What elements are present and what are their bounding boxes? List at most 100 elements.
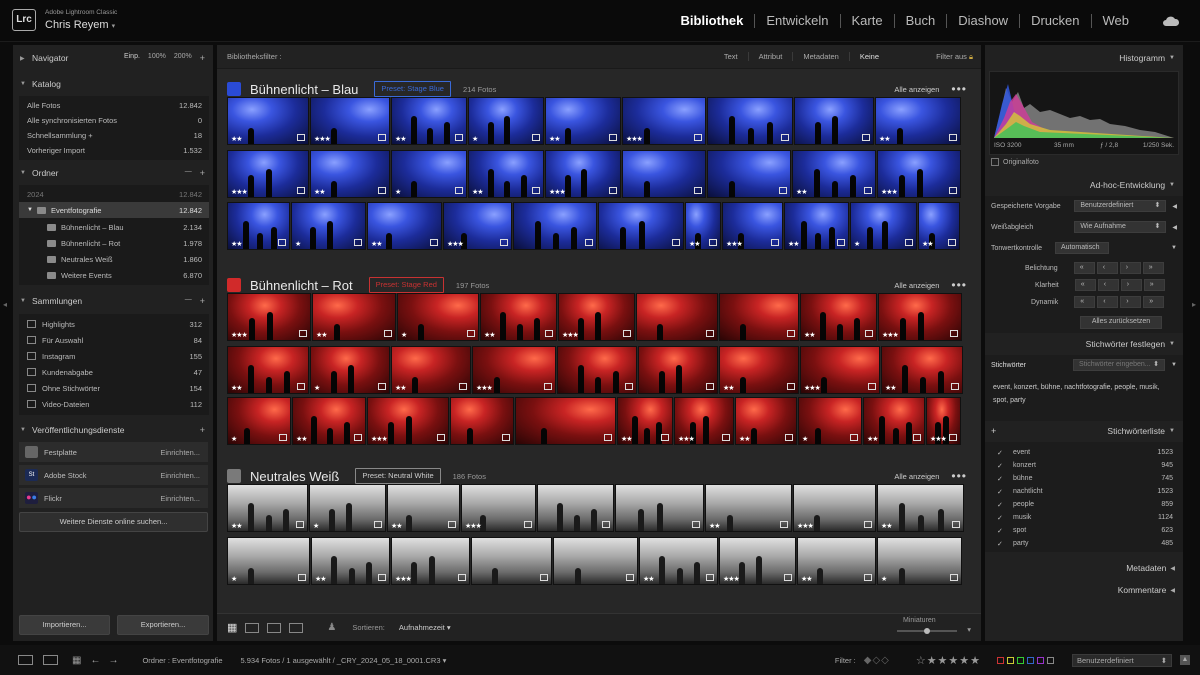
zoom-200[interactable]: 200% bbox=[174, 53, 192, 63]
photo-thumbnail[interactable]: ★★ bbox=[881, 346, 963, 394]
secondary-window-icon[interactable] bbox=[18, 655, 33, 665]
chevron-down-icon[interactable]: ▾ bbox=[967, 625, 971, 634]
edit-badge-icon[interactable] bbox=[905, 239, 913, 246]
zoom-100[interactable]: 100% bbox=[148, 53, 166, 63]
edit-badge-icon[interactable] bbox=[780, 521, 788, 528]
preset-badge[interactable]: Preset: Neutral White bbox=[355, 468, 441, 484]
edit-badge-icon[interactable] bbox=[384, 330, 392, 337]
right-panel-collapse-icon[interactable]: ▸ bbox=[1192, 300, 1196, 309]
rating-filter-stars[interactable]: ☆★★★★★ bbox=[916, 654, 981, 667]
second-display-icon[interactable] bbox=[43, 655, 58, 665]
module-bibliothek[interactable]: Bibliothek bbox=[670, 14, 756, 28]
edit-badge-icon[interactable] bbox=[694, 134, 702, 141]
collection-item[interactable]: Für Auswahl 84 bbox=[19, 332, 209, 348]
photo-thumbnail[interactable]: ★★ bbox=[685, 202, 721, 250]
export-button[interactable]: Exportieren... bbox=[117, 615, 209, 635]
catalog-item[interactable]: Alle synchronisierten Fotos 0 bbox=[19, 112, 209, 128]
edit-badge-icon[interactable] bbox=[298, 574, 306, 581]
edit-badge-icon[interactable] bbox=[354, 434, 362, 441]
show-all-link[interactable]: Alle anzeigen bbox=[894, 85, 939, 94]
collection-item[interactable]: Kundenabgabe 47 bbox=[19, 364, 209, 380]
module-web[interactable]: Web bbox=[1092, 14, 1141, 28]
catalog-item[interactable]: Schnellsammlung + 18 bbox=[19, 127, 209, 143]
minus-icon[interactable]: — bbox=[185, 168, 192, 178]
edit-badge-icon[interactable] bbox=[694, 187, 702, 194]
photo-thumbnail[interactable]: ★★ bbox=[639, 537, 718, 585]
collections-header[interactable]: ▼ Sammlungen — + bbox=[13, 292, 213, 310]
photo-thumbnail[interactable]: ★★ bbox=[310, 150, 390, 198]
photo-thumbnail[interactable]: ★★ bbox=[367, 202, 442, 250]
edit-badge-icon[interactable] bbox=[913, 434, 921, 441]
photo-thumbnail[interactable]: ★ bbox=[877, 537, 962, 585]
photo-thumbnail[interactable]: ★★★ bbox=[719, 537, 796, 585]
photo-thumbnail[interactable]: ★★ bbox=[391, 346, 471, 394]
edit-badge-icon[interactable] bbox=[784, 574, 792, 581]
photo-thumbnail[interactable] bbox=[598, 202, 684, 250]
more-icon[interactable]: ••• bbox=[951, 469, 967, 483]
edit-badge-icon[interactable] bbox=[532, 187, 540, 194]
photo-thumbnail[interactable]: ★★★ bbox=[793, 484, 876, 532]
photo-thumbnail[interactable]: ★★★ bbox=[472, 346, 556, 394]
photo-thumbnail[interactable]: ★★ bbox=[292, 397, 366, 445]
folder-item[interactable]: Bühnenlicht – Blau 2.134 bbox=[19, 219, 209, 235]
color-label-filters[interactable] bbox=[997, 656, 1054, 664]
module-entwickeln[interactable]: Entwickeln bbox=[755, 14, 841, 28]
edit-badge-icon[interactable] bbox=[949, 434, 957, 441]
triangle-left-icon[interactable]: ◀ bbox=[1172, 224, 1177, 231]
keyword-list-header[interactable]: + Stichwörterliste ▼ bbox=[985, 422, 1183, 440]
keyword-text[interactable]: event, konzert, bühne, nachtfotografie, … bbox=[993, 381, 1173, 407]
photo-thumbnail[interactable] bbox=[638, 346, 718, 394]
painter-icon[interactable]: ♟ bbox=[327, 622, 336, 633]
photo-thumbnail[interactable]: ★★★ bbox=[722, 202, 783, 250]
folders-header[interactable]: ▼ Ordner — + bbox=[13, 164, 213, 182]
folder-year[interactable]: 2024 12.842 bbox=[19, 186, 209, 202]
color-label-red[interactable] bbox=[997, 656, 1004, 664]
triangle-down-icon[interactable]: ▼ bbox=[1171, 362, 1177, 368]
edit-badge-icon[interactable] bbox=[297, 187, 305, 194]
photo-thumbnail[interactable]: ★★ bbox=[391, 97, 467, 145]
photo-thumbnail[interactable]: ★★ bbox=[545, 97, 621, 145]
color-label-purple[interactable] bbox=[1037, 656, 1044, 664]
preset-badge[interactable]: Preset: Stage Blue bbox=[374, 81, 451, 97]
photo-thumbnail[interactable] bbox=[636, 293, 718, 341]
source-breadcrumb[interactable]: Ordner : Eventfotografie bbox=[142, 656, 222, 665]
edit-badge-icon[interactable] bbox=[623, 330, 631, 337]
edit-badge-icon[interactable] bbox=[532, 134, 540, 141]
photo-thumbnail[interactable] bbox=[707, 97, 793, 145]
edit-badge-icon[interactable] bbox=[602, 521, 610, 528]
edit-badge-icon[interactable] bbox=[540, 574, 548, 581]
photo-thumbnail[interactable]: ★★★ bbox=[443, 202, 512, 250]
edit-badge-icon[interactable] bbox=[661, 434, 669, 441]
edit-badge-icon[interactable] bbox=[354, 239, 362, 246]
keyword-item[interactable]: ✓ spot 623 bbox=[991, 524, 1177, 537]
edit-badge-icon[interactable] bbox=[672, 239, 680, 246]
plus-icon[interactable]: + bbox=[200, 296, 205, 306]
edit-badge-icon[interactable] bbox=[706, 383, 714, 390]
folder-item[interactable]: Neutrales Weiß 1.860 bbox=[19, 251, 209, 267]
edit-badge-icon[interactable] bbox=[948, 239, 956, 246]
auto-tone-button[interactable]: Automatisch bbox=[1054, 242, 1109, 254]
photo-thumbnail[interactable]: ★ bbox=[468, 97, 544, 145]
edit-badge-icon[interactable] bbox=[297, 134, 305, 141]
edit-badge-icon[interactable] bbox=[297, 383, 305, 390]
edit-badge-icon[interactable] bbox=[378, 574, 386, 581]
color-label-green[interactable] bbox=[1017, 656, 1024, 664]
selection-info[interactable]: 5.934 Fotos / 1 ausgewählt / _CRY_2024_0… bbox=[241, 656, 447, 665]
photo-thumbnail[interactable]: ★★ bbox=[311, 537, 390, 585]
edit-badge-icon[interactable] bbox=[850, 434, 858, 441]
edit-badge-icon[interactable] bbox=[467, 330, 475, 337]
keyword-entry-select[interactable]: Stichwörter eingeben... ⬍ bbox=[1073, 359, 1166, 371]
photo-thumbnail[interactable]: ★★ bbox=[705, 484, 792, 532]
photo-thumbnail[interactable]: ★★★ bbox=[227, 293, 311, 341]
edit-badge-icon[interactable] bbox=[952, 521, 960, 528]
photo-thumbnail[interactable]: ★★★ bbox=[622, 97, 706, 145]
cloud-icon[interactable] bbox=[1162, 16, 1180, 26]
photo-thumbnail[interactable]: ★★★ bbox=[558, 293, 635, 341]
photo-thumbnail[interactable] bbox=[794, 97, 874, 145]
edit-badge-icon[interactable] bbox=[437, 434, 445, 441]
keyword-item[interactable]: ✓ nachtlicht 1523 bbox=[991, 485, 1177, 498]
edit-badge-icon[interactable] bbox=[378, 134, 386, 141]
color-label-yellow[interactable] bbox=[1007, 656, 1014, 664]
edit-badge-icon[interactable] bbox=[787, 383, 795, 390]
photo-thumbnail[interactable]: ★ bbox=[391, 150, 467, 198]
